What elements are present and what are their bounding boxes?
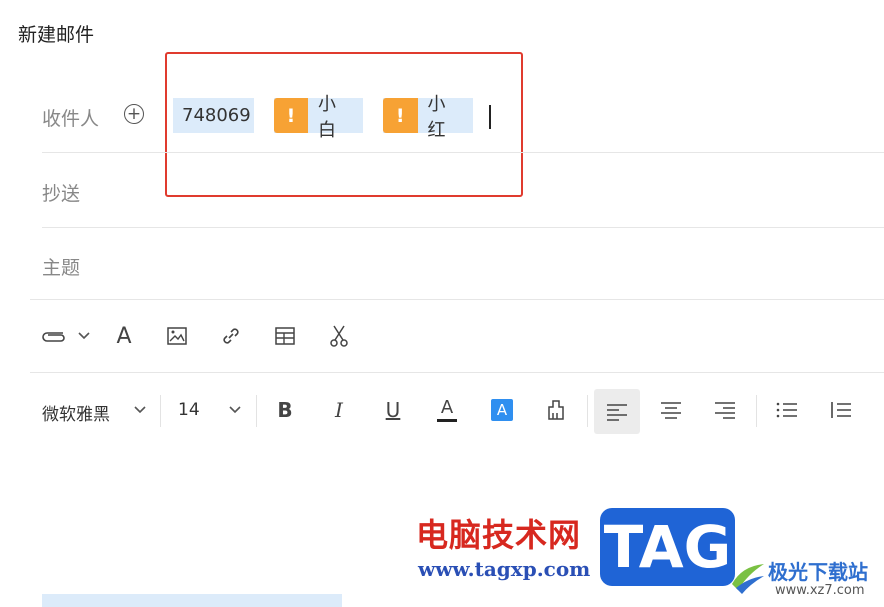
highlight-color-button[interactable]: A xyxy=(489,392,515,428)
divider xyxy=(30,299,884,300)
font-color-label: A xyxy=(440,396,454,418)
tag-logo: TAG xyxy=(600,508,735,586)
font-size-select[interactable]: 14 xyxy=(178,400,200,420)
italic-button[interactable]: I xyxy=(326,392,352,428)
font-family-select[interactable]: 微软雅黑 xyxy=(42,400,110,425)
to-label: 收件人 xyxy=(42,108,100,130)
font-color-swatch xyxy=(437,418,457,422)
subject-label: 主题 xyxy=(42,257,81,279)
chevron-down-icon[interactable] xyxy=(134,402,146,418)
format-painter-icon[interactable] xyxy=(543,392,569,428)
editor-selection[interactable] xyxy=(42,594,342,607)
paperclip-icon[interactable] xyxy=(38,324,68,348)
watermark-site-url: www.xz7.com xyxy=(775,583,865,598)
align-right-button[interactable] xyxy=(712,392,738,428)
toolbar-separator xyxy=(756,395,757,427)
align-left-button[interactable] xyxy=(594,389,640,434)
toolbar-separator xyxy=(160,395,161,427)
watermark-url: www.tagxp.com xyxy=(418,557,591,581)
bold-button[interactable]: B xyxy=(272,392,298,428)
numbered-list-button[interactable] xyxy=(828,392,854,428)
chevron-down-icon[interactable] xyxy=(229,402,241,418)
table-icon[interactable] xyxy=(274,325,296,347)
image-icon[interactable] xyxy=(166,325,188,347)
divider xyxy=(42,227,884,228)
xz7-logo-icon xyxy=(728,556,768,596)
add-recipient-icon[interactable]: + xyxy=(124,104,144,124)
bullet-list-button[interactable] xyxy=(774,392,800,428)
watermark-text: 电脑技术网 xyxy=(416,516,582,554)
toolbar-separator xyxy=(256,395,257,427)
window-title: 新建邮件 xyxy=(18,24,95,46)
cc-label: 抄送 xyxy=(42,183,81,205)
scissors-icon[interactable] xyxy=(328,324,350,348)
annotation-highlight-box xyxy=(165,52,523,197)
divider xyxy=(42,152,884,153)
divider xyxy=(30,372,884,373)
font-color-button[interactable]: A xyxy=(434,392,460,428)
chevron-down-icon[interactable] xyxy=(76,328,92,344)
watermark-site-name: 极光下载站 xyxy=(768,560,868,584)
highlight-color-label: A xyxy=(491,399,513,421)
font-icon[interactable]: A xyxy=(112,322,136,350)
link-icon[interactable] xyxy=(220,325,242,347)
underline-button[interactable]: U xyxy=(380,392,406,428)
align-center-button[interactable] xyxy=(658,392,684,428)
toolbar-separator xyxy=(587,395,588,427)
